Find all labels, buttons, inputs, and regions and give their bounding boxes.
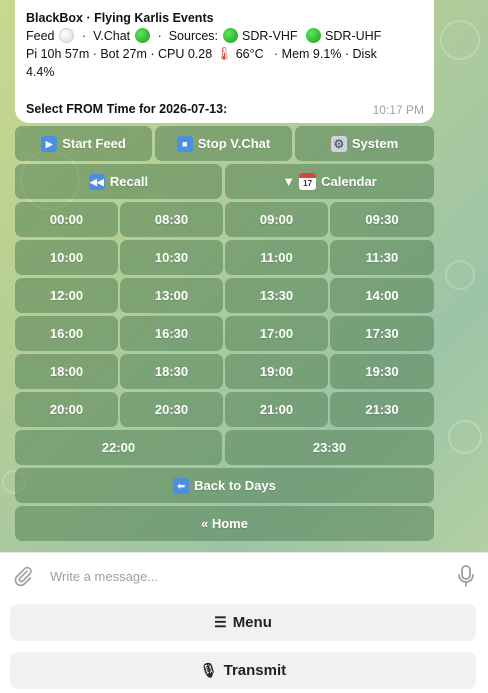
play-icon: ▶ [41,135,58,152]
back-arrow-icon: ⬅ [173,477,190,494]
source2-label: SDR-UHF [325,29,382,43]
time-button-1800[interactable]: 18:00 [15,354,118,389]
feed-status-white-circle-icon [58,28,74,43]
calendar-button[interactable]: ▼ 17 Calendar [225,164,434,199]
time-button-0900[interactable]: 09:00 [225,202,328,237]
home-button[interactable]: « Home [15,506,434,541]
message-time: 10:17 PM [372,103,424,117]
stop-icon: ■ [176,135,193,152]
triangle-down-icon: ▼ [282,174,296,189]
microphone-icon[interactable] [456,564,476,588]
time-button-0000[interactable]: 00:00 [15,202,118,237]
status-line-1: Feed · V.Chat · Sources: SDR-VHF SDR-UHF [26,28,382,43]
time-button-0930[interactable]: 09:30 [330,202,434,237]
time-button-1600[interactable]: 16:00 [15,316,118,351]
source2-green-circle-icon [305,28,321,43]
vchat-label: V.Chat [93,29,131,43]
time-button-2000[interactable]: 20:00 [15,392,118,427]
message-input[interactable] [50,563,440,589]
time-button-1130[interactable]: 11:30 [330,240,434,275]
recall-button[interactable]: ◀◀ Recall [15,164,222,199]
back-to-days-button[interactable]: ⬅ Back to Days [15,468,434,503]
system-button[interactable]: ⚙ System [295,126,434,161]
gear-icon: ⚙ [330,135,347,152]
start-feed-button[interactable]: ▶ Start Feed [15,126,152,161]
time-button-2030[interactable]: 20:30 [120,392,223,427]
message-input-bar [0,552,488,598]
stop-vchat-button[interactable]: ■ Stop V.Chat [155,126,292,161]
time-button-1400[interactable]: 14:00 [330,278,434,313]
hamburger-menu-icon: ☰ [214,614,227,630]
time-button-1700[interactable]: 17:00 [225,316,328,351]
vchat-status-green-circle-icon [134,28,150,43]
feed-label: Feed [26,29,55,43]
message-bubble: BlackBox · Flying Karlis Events Feed · V… [15,0,434,123]
time-button-0830[interactable]: 08:30 [120,202,223,237]
time-button-1100[interactable]: 11:00 [225,240,328,275]
time-button-1300[interactable]: 13:00 [120,278,223,313]
time-button-1900[interactable]: 19:00 [225,354,328,389]
status-line-2: Pi 10h 57m · Bot 27m · CPU 0.28 🌡 66°C ·… [26,46,377,61]
time-button-2330[interactable]: 23:30 [225,430,434,465]
status-line-3: 4.4% [26,65,55,79]
time-button-1630[interactable]: 16:30 [120,316,223,351]
message-title: BlackBox · Flying Karlis Events [26,11,214,25]
time-button-1000[interactable]: 10:00 [15,240,118,275]
time-button-1200[interactable]: 12:00 [15,278,118,313]
temperature: 66°C [235,47,264,61]
time-button-1330[interactable]: 13:30 [225,278,328,313]
studio-microphone-icon: 🎙 [199,662,218,678]
time-button-2130[interactable]: 21:30 [330,392,434,427]
rewind-icon: ◀◀ [88,173,105,190]
time-button-1730[interactable]: 17:30 [330,316,434,351]
menu-button[interactable]: ☰ Menu [10,604,476,641]
calendar-icon: 17 [299,173,317,190]
select-prompt: Select FROM Time for 2026-07-13: [26,102,228,116]
source1-label: SDR-VHF [242,29,298,43]
time-button-1030[interactable]: 10:30 [120,240,223,275]
transmit-button[interactable]: 🎙 Transmit [10,652,476,689]
time-button-2100[interactable]: 21:00 [225,392,328,427]
time-button-2200[interactable]: 22:00 [15,430,222,465]
source1-green-circle-icon [222,28,238,43]
time-button-1830[interactable]: 18:30 [120,354,223,389]
time-button-1930[interactable]: 19:30 [330,354,434,389]
paperclip-icon[interactable] [12,565,34,587]
thermometer-icon: 🌡 [215,46,233,61]
sources-label: Sources: [168,29,219,43]
